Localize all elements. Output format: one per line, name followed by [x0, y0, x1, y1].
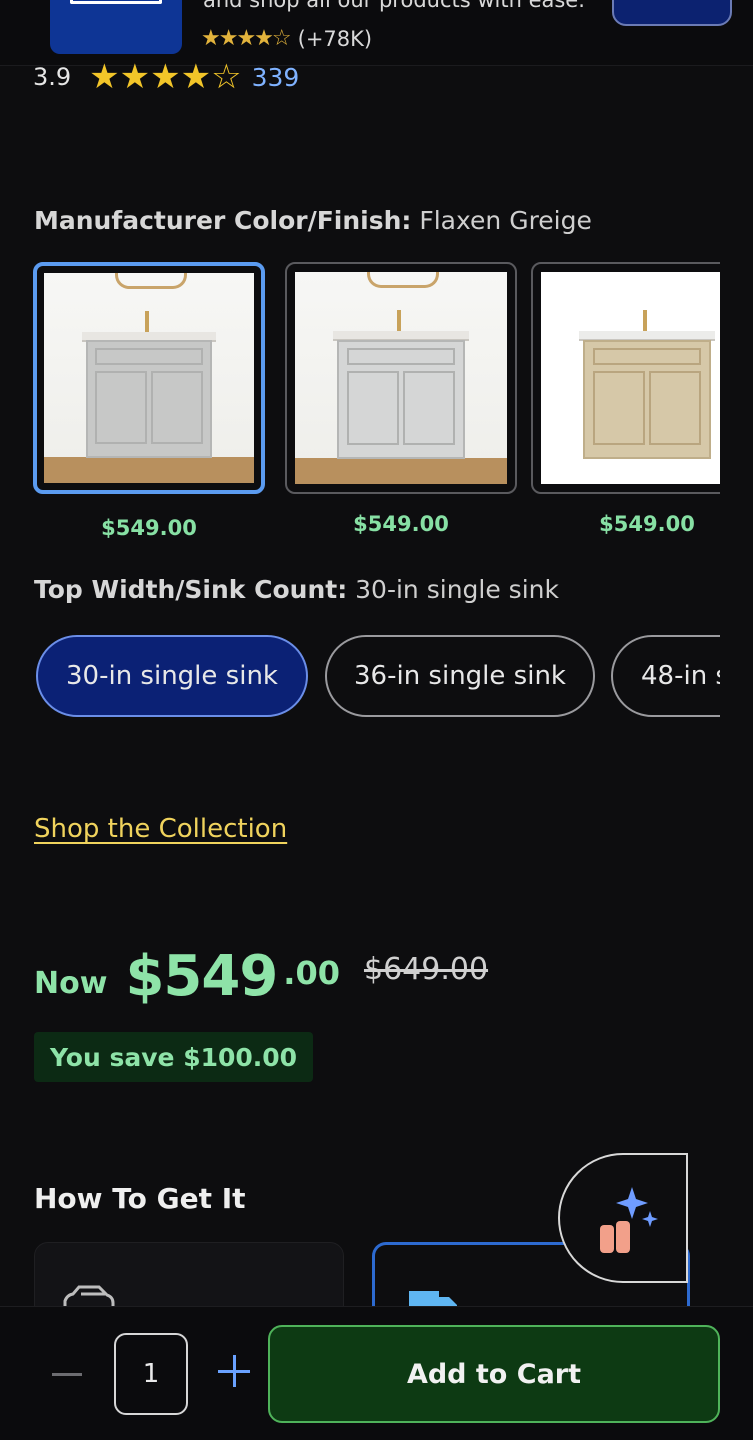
size-option[interactable]: 30-in single sink	[36, 635, 308, 717]
rating-value: 3.9	[33, 63, 72, 91]
color-finish-value: Flaxen Greige	[419, 206, 592, 235]
banner-open-button[interactable]	[612, 0, 732, 26]
fulfillment-title: How To Get It	[34, 1182, 246, 1215]
size-option[interactable]: 36-in single sink	[325, 635, 595, 717]
color-swatch-list: $549.00 $549.00 $549.00	[33, 262, 720, 552]
product-thumbnail	[295, 272, 507, 484]
quantity-decrease-button[interactable]	[52, 1359, 82, 1389]
color-swatch[interactable]: $549.00	[531, 262, 720, 536]
current-price-cents: .00	[283, 954, 340, 992]
minus-icon	[52, 1372, 82, 1376]
swatch-price: $549.00	[599, 512, 695, 536]
add-to-cart-button[interactable]: Add to Cart	[268, 1325, 720, 1423]
color-swatch[interactable]: $549.00	[285, 262, 517, 536]
product-thumbnail	[44, 273, 254, 483]
add-to-cart-bar: 1 Add to Cart	[0, 1306, 753, 1440]
color-swatch[interactable]: $549.00	[33, 262, 265, 540]
size-option[interactable]: 48-in s	[611, 635, 720, 717]
lowes-app-logo	[50, 0, 182, 54]
shop-collection-link[interactable]: Shop the Collection	[34, 814, 287, 844]
savings-badge: You save $100.00	[34, 1032, 314, 1082]
color-finish-title: Manufacturer Color/Finish:	[34, 206, 412, 235]
banner-text: and shop all our products with ease.	[203, 0, 585, 12]
star-icon: ★★★★☆	[89, 57, 242, 97]
size-value: 30-in single sink	[355, 575, 559, 604]
swatch-price: $549.00	[101, 516, 197, 540]
swatch-price: $549.00	[353, 512, 449, 536]
original-price: $649.00	[363, 952, 489, 987]
size-label: Top Width/Sink Count: 30-in single sink	[34, 575, 559, 604]
sparkle-assistant-icon	[600, 1187, 658, 1253]
product-thumbnail	[541, 272, 720, 484]
star-icon: ★★★★☆	[201, 26, 292, 51]
quantity-input[interactable]: 1	[114, 1333, 188, 1415]
quantity-increase-button[interactable]	[218, 1355, 250, 1387]
size-title: Top Width/Sink Count:	[34, 575, 348, 604]
banner-review-count: (+78K)	[297, 26, 373, 51]
ai-assistant-button[interactable]	[558, 1153, 688, 1283]
color-finish-label: Manufacturer Color/Finish: Flaxen Greige	[34, 206, 592, 235]
price-block: Now $549 .00 $649.00	[34, 944, 488, 1009]
product-rating[interactable]: 3.9 ★★★★☆ 339	[33, 60, 299, 94]
review-count-link[interactable]: 339	[252, 63, 300, 92]
current-price: $549	[125, 944, 278, 1009]
now-label: Now	[34, 966, 108, 1001]
banner-rating: ★★★★☆ (+78K)	[201, 26, 372, 51]
size-option-list: 30-in single sink 36-in single sink 48-i…	[36, 634, 720, 720]
